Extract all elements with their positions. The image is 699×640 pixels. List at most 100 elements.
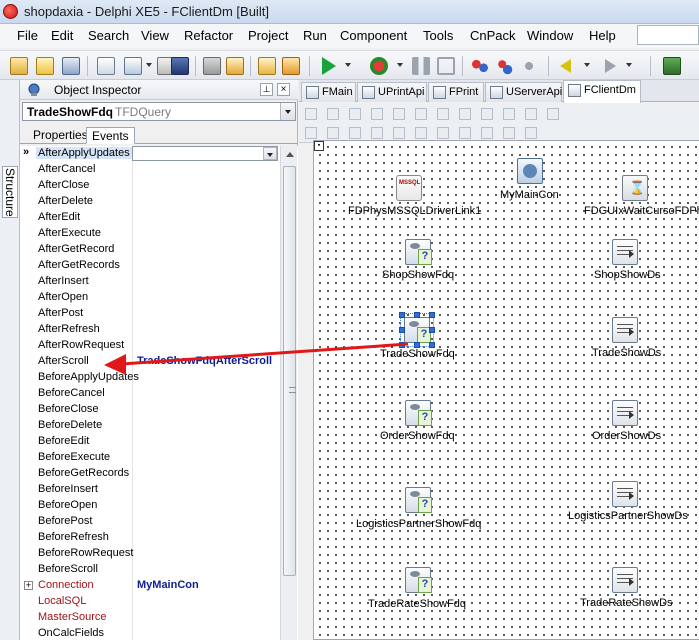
- menu-component[interactable]: Component: [340, 28, 407, 43]
- event-row[interactable]: BeforeDelete: [20, 418, 280, 434]
- pin-icon[interactable]: ⊥: [260, 83, 273, 96]
- scale-icon[interactable]: [525, 127, 537, 139]
- event-row[interactable]: AfterGetRecord: [20, 242, 280, 258]
- event-row[interactable]: OnCalcFields: [20, 626, 280, 640]
- menu-edit[interactable]: Edit: [51, 28, 73, 43]
- event-row[interactable]: AfterCancel: [20, 162, 280, 178]
- add-file-icon[interactable]: [124, 57, 142, 75]
- same-width-icon[interactable]: [393, 127, 405, 139]
- step-over-icon[interactable]: [495, 57, 513, 75]
- reopen-icon[interactable]: [282, 57, 300, 75]
- help-book-icon[interactable]: [663, 57, 681, 75]
- send-back-icon[interactable]: [349, 127, 361, 139]
- align-middle-icon[interactable]: [393, 108, 405, 120]
- event-value[interactable]: TradeShowFdqAfterScroll: [137, 355, 272, 367]
- menu-search[interactable]: Search: [88, 28, 129, 43]
- menu-refactor[interactable]: Refactor: [184, 28, 233, 43]
- menu-help[interactable]: Help: [589, 28, 616, 43]
- expand-plus-icon[interactable]: +: [24, 581, 33, 590]
- event-row[interactable]: BeforeOpen: [20, 498, 280, 514]
- chevron-down-icon[interactable]: [397, 63, 403, 67]
- event-row[interactable]: AfterRefresh: [20, 322, 280, 338]
- align-left-icon[interactable]: [305, 108, 317, 120]
- menu-run[interactable]: Run: [303, 28, 327, 43]
- lock-controls-icon[interactable]: [481, 127, 493, 139]
- event-row[interactable]: + Connection MyMainCon: [20, 578, 280, 594]
- event-value[interactable]: MyMainCon: [137, 579, 199, 591]
- stop-icon[interactable]: [437, 57, 455, 75]
- open-folder-icon[interactable]: [258, 57, 276, 75]
- event-row[interactable]: BeforeClose: [20, 402, 280, 418]
- run-without-debug-icon[interactable]: [370, 57, 388, 75]
- trace-into-icon[interactable]: [471, 57, 489, 75]
- size-width-icon[interactable]: [525, 108, 537, 120]
- new-unit-icon[interactable]: [97, 57, 115, 75]
- event-row[interactable]: BeforeCancel: [20, 386, 280, 402]
- same-size-icon[interactable]: [371, 127, 383, 139]
- data-module-form[interactable]: ▪ FDPhysMSSQLDriverLink1 MyMainCon FDGUI…: [313, 140, 699, 640]
- chevron-down-icon[interactable]: [626, 63, 632, 67]
- event-row[interactable]: AfterRowRequest: [20, 338, 280, 354]
- run-to-cursor-icon[interactable]: [520, 57, 538, 75]
- align-right-icon[interactable]: [349, 108, 361, 120]
- event-row[interactable]: BeforeScroll: [20, 562, 280, 578]
- align-bottom-icon[interactable]: [415, 108, 427, 120]
- run-icon[interactable]: [322, 57, 336, 75]
- close-icon[interactable]: ×: [277, 83, 290, 96]
- event-row[interactable]: LocalSQL: [20, 594, 280, 610]
- event-row[interactable]: BeforePost: [20, 514, 280, 530]
- align-to-grid-icon[interactable]: [305, 127, 317, 139]
- chevron-down-icon[interactable]: [584, 63, 590, 67]
- open-project-icon[interactable]: [62, 57, 80, 75]
- open-icon[interactable]: [36, 57, 54, 75]
- event-row[interactable]: AfterScroll TradeShowFdqAfterScroll: [20, 354, 280, 370]
- event-row[interactable]: MasterSource: [20, 610, 280, 626]
- selection-handle[interactable]: [429, 312, 435, 318]
- menu-view[interactable]: View: [141, 28, 169, 43]
- align-center-icon[interactable]: [327, 108, 339, 120]
- align-top-icon[interactable]: [371, 108, 383, 120]
- event-row[interactable]: » AfterApplyUpdates: [20, 146, 280, 162]
- event-row[interactable]: BeforeApplyUpdates: [20, 370, 280, 386]
- tab-userverapi[interactable]: UServerApi: [485, 82, 562, 102]
- flip-children-icon[interactable]: [503, 127, 515, 139]
- save-icon[interactable]: [171, 57, 189, 75]
- tab-properties[interactable]: Properties: [28, 127, 93, 144]
- event-value-input[interactable]: [132, 146, 278, 161]
- event-row[interactable]: BeforeGetRecords: [20, 466, 280, 482]
- event-row[interactable]: BeforeExecute: [20, 450, 280, 466]
- forward-arrow-icon[interactable]: [605, 59, 616, 73]
- event-row[interactable]: AfterClose: [20, 178, 280, 194]
- menu-cnpack[interactable]: CnPack: [470, 28, 516, 43]
- same-height-icon[interactable]: [415, 127, 427, 139]
- chevron-down-icon[interactable]: [263, 147, 277, 160]
- bring-front-icon[interactable]: [327, 127, 339, 139]
- event-row[interactable]: BeforeEdit: [20, 434, 280, 450]
- back-arrow-icon[interactable]: [560, 59, 571, 73]
- save-all-icon[interactable]: [203, 57, 221, 75]
- selection-handle[interactable]: [399, 312, 405, 318]
- size-height-icon[interactable]: [547, 108, 559, 120]
- pause-icon[interactable]: [412, 57, 430, 75]
- space-horizontal-icon[interactable]: [437, 108, 449, 120]
- event-row[interactable]: AfterPost: [20, 306, 280, 322]
- space-vertical-icon[interactable]: [459, 108, 471, 120]
- center-vertical-icon[interactable]: [503, 108, 515, 120]
- center-horizontal-icon[interactable]: [481, 108, 493, 120]
- tab-events[interactable]: Events: [86, 127, 135, 144]
- delphi-app-icon[interactable]: [3, 4, 18, 19]
- selection-handle[interactable]: [429, 327, 435, 333]
- chevron-down-icon[interactable]: [345, 63, 351, 67]
- menu-file[interactable]: File: [17, 28, 38, 43]
- tab-fprint[interactable]: FPrint: [428, 82, 484, 102]
- tab-order-icon[interactable]: [437, 127, 449, 139]
- structure-tab-label[interactable]: Structure: [2, 166, 18, 218]
- close-file-icon[interactable]: [226, 57, 244, 75]
- tab-fclientdm[interactable]: FClientDm: [563, 80, 641, 103]
- scrollbar-thumb[interactable]: [283, 166, 296, 576]
- chevron-down-icon[interactable]: [146, 63, 152, 67]
- menu-tools[interactable]: Tools: [423, 28, 453, 43]
- event-row[interactable]: BeforeInsert: [20, 482, 280, 498]
- event-row[interactable]: AfterGetRecords: [20, 258, 280, 274]
- event-row[interactable]: BeforeRowRequest: [20, 546, 280, 562]
